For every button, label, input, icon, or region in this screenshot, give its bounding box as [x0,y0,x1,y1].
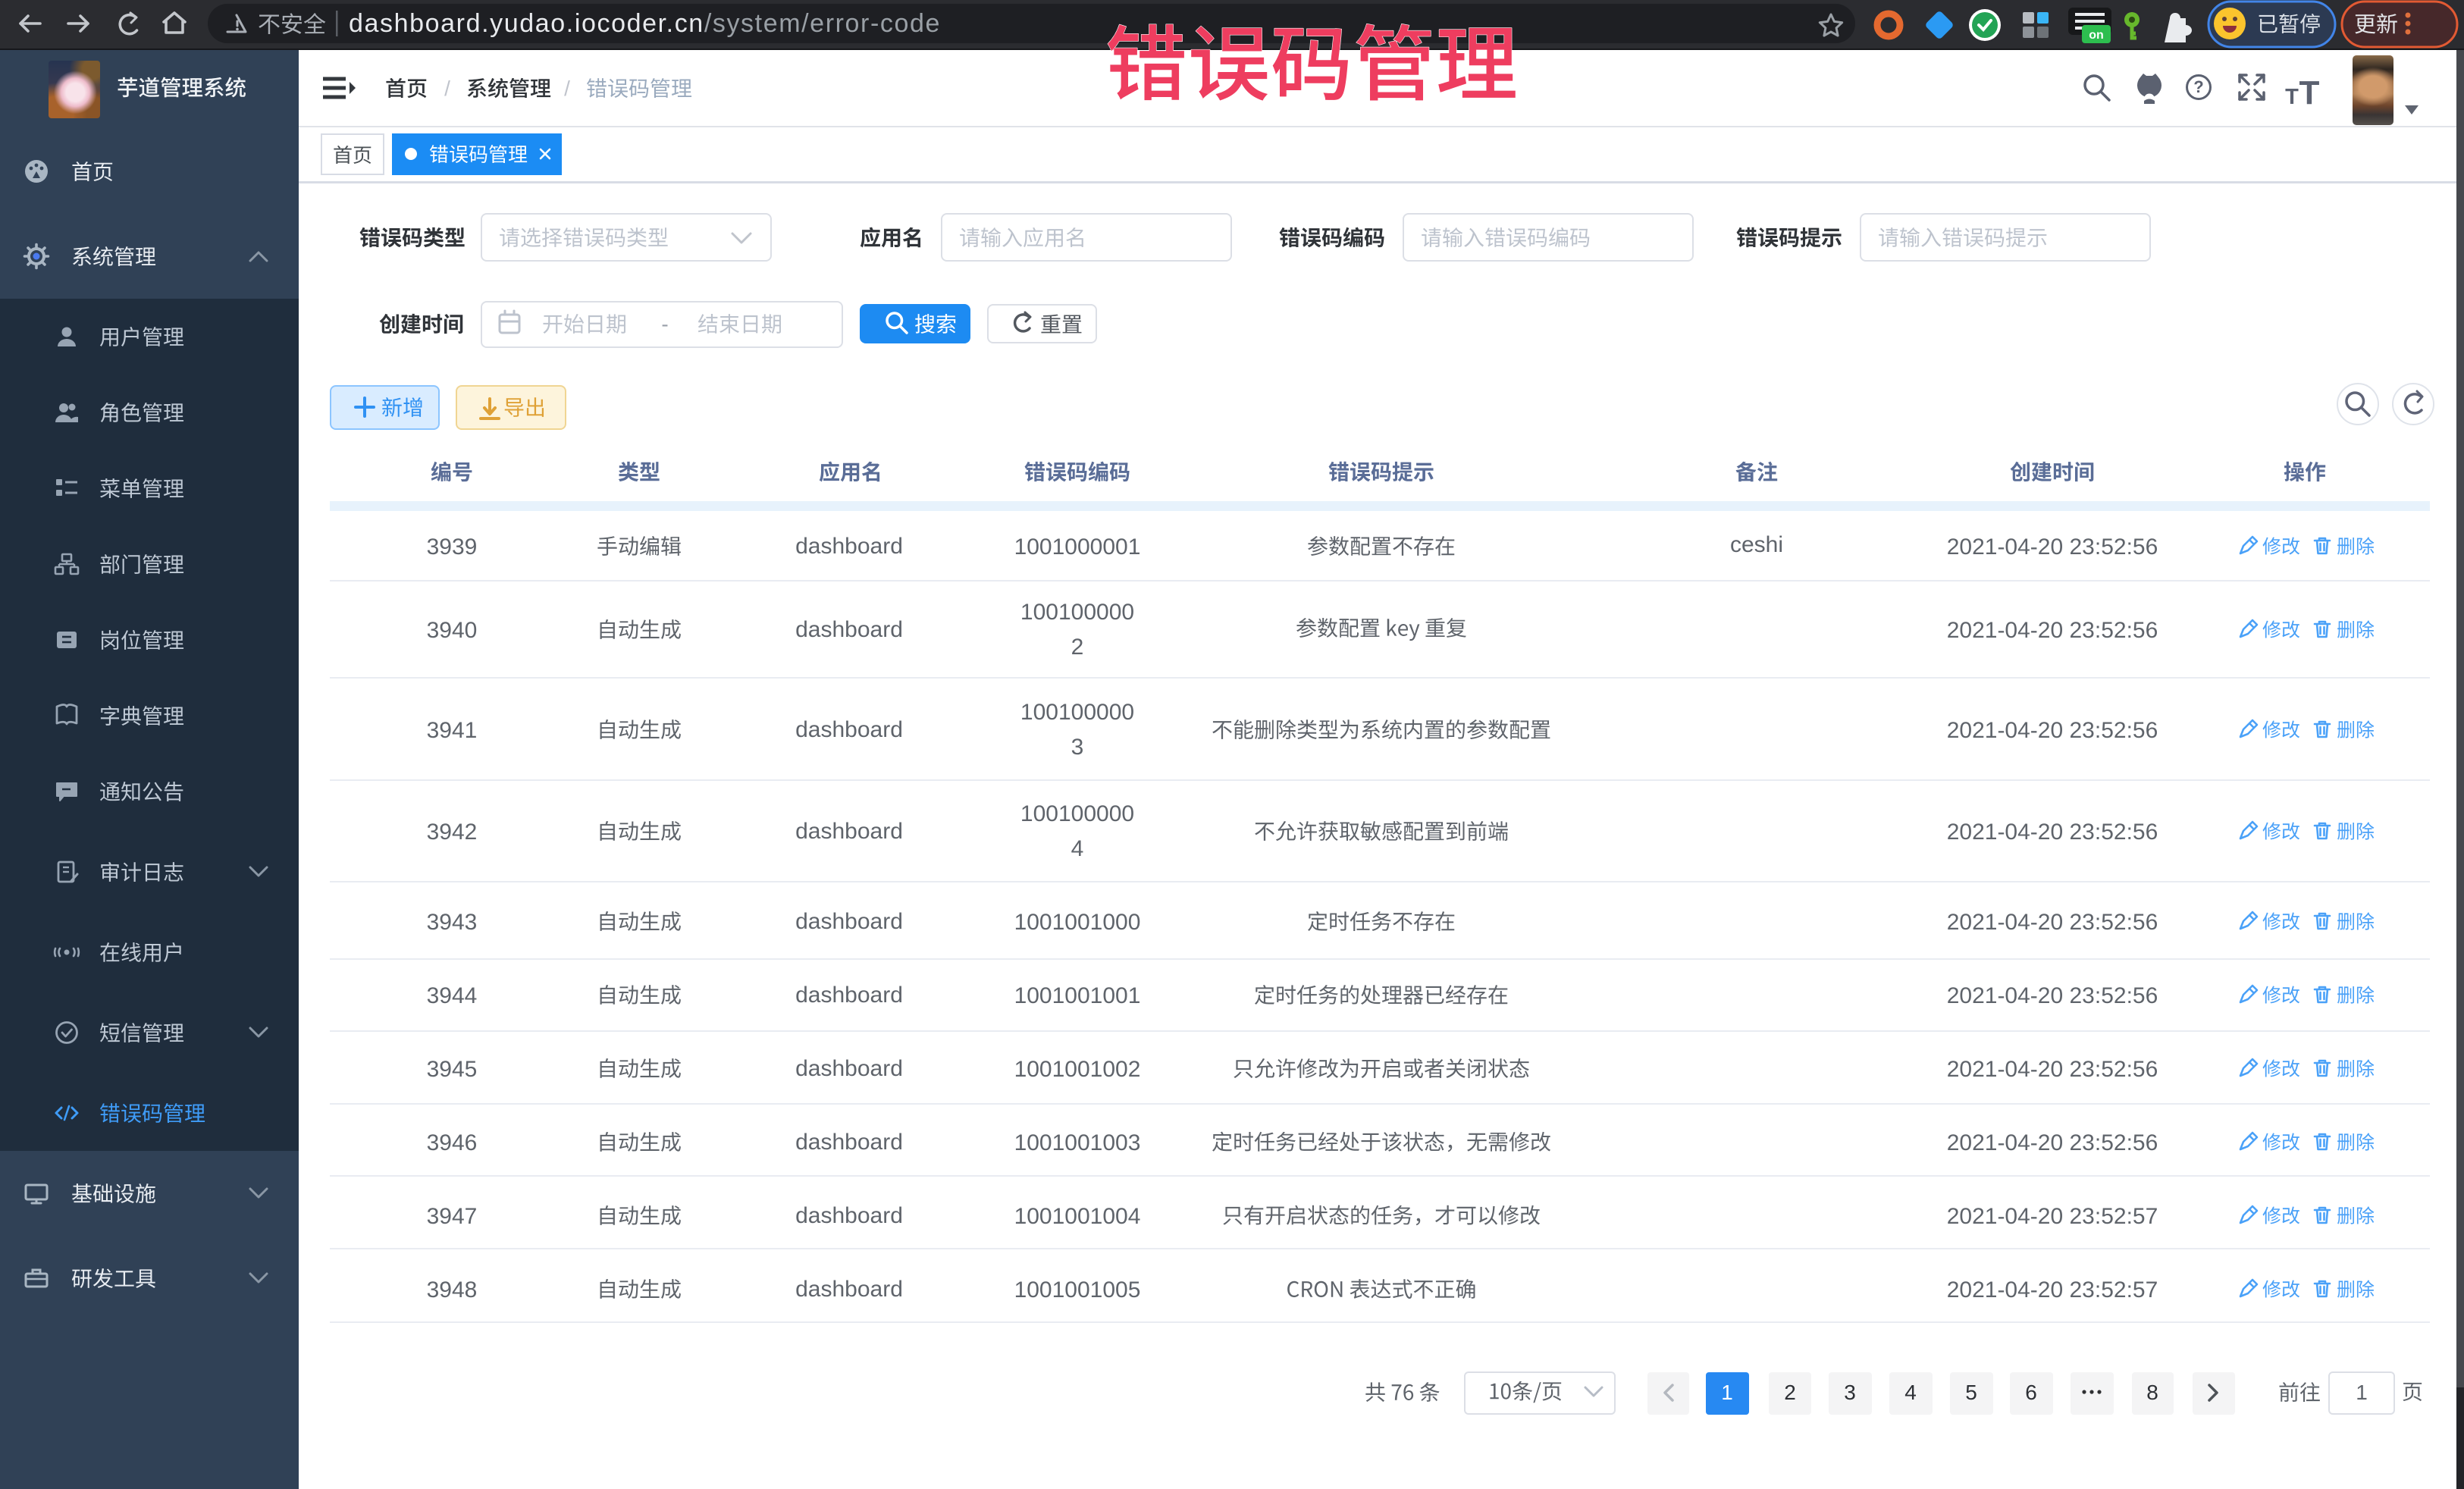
svg-text:/: / [444,77,450,100]
svg-text:100100000: 100100000 [1020,700,1134,725]
svg-text:1001000001: 1001000001 [1014,534,1141,560]
svg-text:2021-04-20 23:52:56: 2021-04-20 23:52:56 [1947,618,2158,643]
svg-text:1: 1 [2356,1381,2368,1404]
svg-text:dashboard: dashboard [795,909,903,934]
svg-text:dashboard: dashboard [795,1056,903,1081]
svg-text:?: ? [2193,77,2203,96]
svg-text:6: 6 [2025,1381,2037,1404]
svg-text:100100000: 100100000 [1020,600,1134,625]
svg-text:3943: 3943 [427,910,478,935]
svg-text:2021-04-20 23:52:56: 2021-04-20 23:52:56 [1947,718,2158,743]
svg-text:1: 1 [1721,1381,1733,1404]
svg-text:dashboard: dashboard [795,617,903,642]
svg-text:3946: 3946 [427,1130,478,1155]
svg-text:ceshi: ceshi [1730,532,1783,557]
svg-text:3947: 3947 [427,1204,478,1229]
svg-text:3948: 3948 [427,1277,478,1302]
svg-text:3: 3 [1071,735,1084,760]
svg-text:100100000: 100100000 [1020,801,1134,826]
svg-text:3942: 3942 [427,820,478,845]
svg-text:3: 3 [1844,1381,1856,1404]
svg-text:/: / [564,77,570,100]
svg-text:dashboard: dashboard [795,819,903,844]
svg-text:2021-04-20 23:52:56: 2021-04-20 23:52:56 [1947,910,2158,935]
svg-text:-: - [661,312,668,336]
svg-text:2021-04-20 23:52:57: 2021-04-20 23:52:57 [1947,1277,2158,1302]
svg-text:2: 2 [1784,1381,1796,1404]
svg-text:2021-04-20 23:52:56: 2021-04-20 23:52:56 [1947,983,2158,1008]
svg-text:2: 2 [1071,635,1084,660]
svg-text:dashboard: dashboard [795,717,903,742]
svg-text:5: 5 [1965,1381,1977,1404]
svg-text:8: 8 [2146,1381,2158,1404]
svg-text:2021-04-20 23:52:56: 2021-04-20 23:52:56 [1947,820,2158,845]
svg-text:2021-04-20 23:52:56: 2021-04-20 23:52:56 [1947,1130,2158,1155]
svg-text:1001001002: 1001001002 [1014,1057,1141,1082]
svg-text:4: 4 [1904,1381,1917,1404]
svg-text:1001001003: 1001001003 [1014,1130,1141,1155]
svg-text:1001001001: 1001001001 [1014,983,1141,1008]
svg-text:T: T [2299,74,2320,111]
svg-text:3939: 3939 [427,534,478,560]
svg-text:dashboard: dashboard [795,1203,903,1228]
svg-text:1001001005: 1001001005 [1014,1277,1141,1302]
svg-text:4: 4 [1071,836,1084,861]
svg-text:on: on [2089,29,2104,42]
svg-text:2021-04-20 23:52:57: 2021-04-20 23:52:57 [1947,1204,2158,1229]
svg-text:dashboard: dashboard [795,983,903,1008]
svg-text:3944: 3944 [427,983,478,1008]
svg-text:dashboard: dashboard [795,1277,903,1302]
svg-text:1001001000: 1001001000 [1014,910,1141,935]
svg-text:3941: 3941 [427,718,478,743]
svg-text:2021-04-20 23:52:56: 2021-04-20 23:52:56 [1947,534,2158,560]
svg-text:2021-04-20 23:52:56: 2021-04-20 23:52:56 [1947,1057,2158,1082]
svg-text:1001001004: 1001001004 [1014,1204,1141,1229]
svg-text:3940: 3940 [427,618,478,643]
svg-text:3945: 3945 [427,1057,478,1082]
svg-text:dashboard.yudao.iocoder.cn/sys: dashboard.yudao.iocoder.cn/system/error-… [349,9,941,38]
svg-text:dashboard: dashboard [795,1130,903,1155]
svg-text:T: T [2285,85,2299,109]
svg-text:dashboard: dashboard [795,534,903,559]
